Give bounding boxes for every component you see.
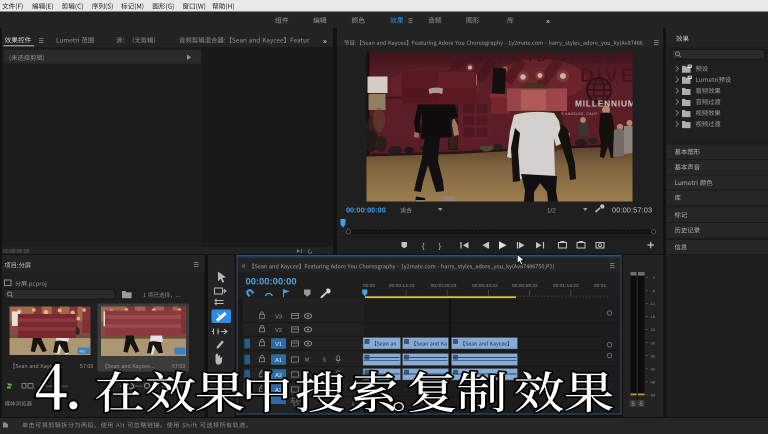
svg-text:M: M (305, 358, 309, 364)
svg-text:00:00:14:23: 00:00:14:23 (389, 283, 415, 289)
svg-text:57:03: 57:03 (172, 364, 185, 370)
svg-text:00:01:14:22: 00:01:14:22 (553, 283, 579, 289)
svg-text:HD: HD (80, 349, 86, 354)
svg-text:57:03: 57:03 (80, 364, 93, 370)
svg-text:1/2: 1/2 (547, 208, 556, 215)
svg-text:V3: V3 (275, 314, 282, 320)
svg-text:-48: -48 (650, 380, 656, 384)
svg-text:-6: -6 (652, 289, 655, 293)
svg-text:00:00:59:22: 00:00:59:22 (512, 283, 538, 289)
svg-text:»: » (546, 19, 550, 26)
svg-text:×: × (242, 264, 246, 271)
svg-text:V1: V1 (275, 342, 282, 348)
svg-text:A2: A2 (275, 373, 282, 379)
svg-text:-30: -30 (650, 341, 656, 345)
svg-text:00:00:00:00: 00:00:00:00 (246, 276, 297, 287)
svg-text:00:00: 00:00 (363, 283, 376, 289)
svg-text:00:00:29:23: 00:00:29:23 (431, 283, 457, 289)
svg-text:-24: -24 (650, 328, 656, 332)
svg-text:-54: -54 (650, 394, 656, 398)
svg-text:-42: -42 (650, 367, 656, 371)
svg-text:00:00:57:03: 00:00:57:03 (612, 206, 652, 215)
svg-text:-12: -12 (650, 302, 656, 306)
svg-text:00:00:00:00: 00:00:00:00 (3, 249, 30, 255)
svg-text:-18: -18 (650, 315, 656, 319)
svg-text:V2: V2 (275, 328, 282, 334)
svg-text:0: 0 (653, 276, 655, 280)
svg-text:00:00:44:22: 00:00:44:22 (472, 283, 498, 289)
svg-text:A1: A1 (275, 358, 282, 364)
svg-text:00:01:: 00:01: (594, 283, 608, 289)
svg-text:-36: -36 (650, 354, 656, 358)
svg-text:»: » (323, 39, 327, 46)
svg-text:00:00:00:00: 00:00:00:00 (346, 206, 386, 215)
